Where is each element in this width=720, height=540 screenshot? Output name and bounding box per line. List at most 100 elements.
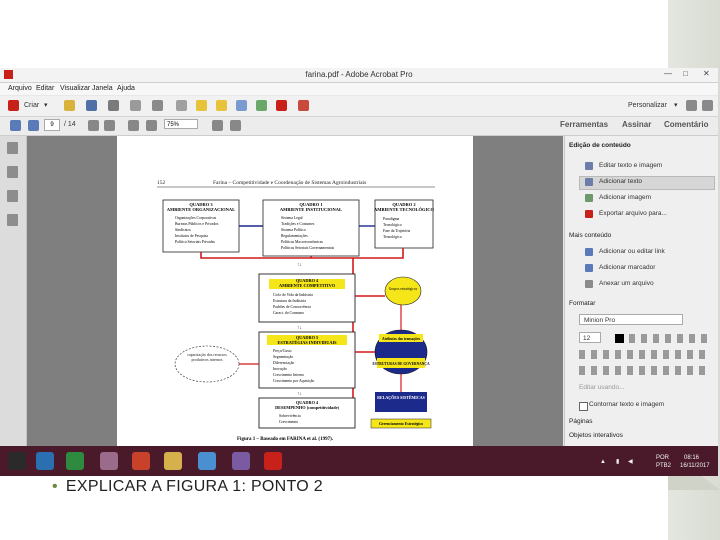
bookmark-icon — [585, 264, 593, 272]
quadro5-item: Crescimento Interno — [273, 373, 304, 377]
hand-tool-icon[interactable] — [104, 120, 115, 131]
print-icon[interactable] — [108, 100, 119, 111]
upload-icon[interactable] — [130, 100, 141, 111]
volume-icon[interactable]: ◀ — [628, 458, 633, 466]
export-icon — [585, 210, 593, 218]
page-thumbnails-icon[interactable] — [7, 142, 18, 154]
language-code[interactable]: POR — [656, 454, 669, 462]
clock-date[interactable]: 16/11/2017 — [680, 462, 710, 470]
object-buttons[interactable] — [579, 366, 709, 375]
tab-assinar[interactable]: Assinar — [622, 120, 651, 129]
add-image-button[interactable]: Adicionar imagem — [599, 193, 651, 203]
bookmarks-icon[interactable] — [7, 166, 18, 178]
navigation-toolbar: 9 / 14 75% — [0, 117, 718, 136]
edit-text-image-button[interactable]: Editar texto e imagem — [599, 161, 662, 171]
arrow-icon: ↑↓ — [297, 392, 302, 397]
quadro4b-item: Crescimento — [279, 420, 298, 424]
quadro5-item: Inovação — [273, 367, 287, 371]
add-link-button[interactable]: Adicionar ou editar link — [599, 247, 665, 257]
quadro1-item: Regulamentações — [281, 234, 308, 238]
window-title: farina.pdf - Adobe Acrobat Pro — [305, 70, 413, 79]
previous-page-icon[interactable] — [10, 120, 21, 131]
comment-icon[interactable] — [196, 100, 207, 111]
fullscreen-icon[interactable] — [702, 100, 713, 111]
start-icon[interactable] — [8, 452, 26, 470]
network-icon[interactable]: ▮ — [616, 458, 619, 466]
menu-janela[interactable]: Janela — [92, 85, 113, 92]
save-icon[interactable] — [86, 100, 97, 111]
acrobat-taskbar-icon[interactable] — [264, 452, 282, 470]
stamp-icon[interactable] — [236, 100, 247, 111]
attachments-icon[interactable] — [7, 190, 18, 202]
export-button[interactable]: Exportar arquivo para... — [599, 209, 667, 219]
customize-button[interactable]: Personalizar — [628, 102, 667, 109]
minimize-icon[interactable]: — — [664, 69, 672, 78]
sign-icon[interactable] — [298, 100, 309, 111]
quadro4a-item: Caract. do Consumo — [273, 311, 304, 315]
keyboard-layout[interactable]: PTB2 — [656, 462, 671, 470]
internet-explorer-icon[interactable] — [36, 452, 54, 470]
excel-icon[interactable] — [66, 452, 84, 470]
grupos-ellipse — [384, 276, 422, 306]
chrome-icon[interactable] — [198, 452, 216, 470]
create-button[interactable]: Criar — [24, 102, 39, 109]
powerpoint-icon[interactable] — [132, 452, 150, 470]
text-style-buttons[interactable] — [629, 334, 709, 343]
zoom-select[interactable]: 75% — [164, 119, 198, 129]
clock-time[interactable]: 08:16 — [684, 454, 699, 462]
zoom-in-icon[interactable] — [146, 120, 157, 131]
text-color-swatch[interactable] — [615, 334, 624, 343]
customize-chevron-icon[interactable]: ▾ — [674, 101, 678, 109]
document-view[interactable]: 152 Farina – Competitividade e Coordenaç… — [27, 136, 563, 446]
add-text-button[interactable]: Adicionar texto — [599, 177, 642, 187]
tray-arrow-icon[interactable]: ▲ — [600, 458, 606, 466]
alignment-buttons[interactable] — [579, 350, 709, 359]
settings-icon[interactable] — [176, 100, 187, 111]
quadro4b-item: Sobrevivência — [279, 414, 301, 418]
quadro3-item: Institutos de Pesquisa — [175, 234, 208, 238]
paint-icon[interactable] — [100, 452, 118, 470]
email-icon[interactable] — [152, 100, 163, 111]
section-objetos-interativos[interactable]: Objetos interativos — [569, 432, 623, 439]
quadro1-subtitle: AMBIENTE INSTITUCIONAL — [280, 207, 342, 212]
create-icon[interactable] — [8, 100, 19, 111]
page-number-input[interactable]: 9 — [44, 119, 60, 131]
link-icon — [585, 248, 593, 256]
section-paginas[interactable]: Páginas — [569, 418, 593, 425]
close-icon[interactable]: ✕ — [703, 69, 710, 78]
quadro5-item: Preço/Custo — [273, 349, 292, 353]
read-mode-icon[interactable] — [230, 120, 241, 131]
page-total: / 14 — [64, 121, 76, 128]
chevron-down-icon[interactable]: ▾ — [44, 101, 48, 109]
menu-visualizar[interactable]: Visualizar — [60, 85, 90, 92]
add-image-icon — [585, 194, 593, 202]
clip-label: Contornar texto e imagem — [589, 401, 665, 408]
pdf-export-icon[interactable] — [276, 100, 287, 111]
menu-editar[interactable]: Editar — [36, 85, 54, 92]
next-page-icon[interactable] — [28, 120, 39, 131]
menu-ajuda[interactable]: Ajuda — [117, 85, 135, 92]
tab-ferramentas[interactable]: Ferramentas — [560, 120, 608, 129]
font-size-select[interactable]: 12 — [579, 332, 601, 343]
open-folder-icon[interactable] — [64, 100, 75, 111]
file-explorer-icon[interactable] — [164, 452, 182, 470]
panel-toggle-icon[interactable] — [686, 100, 697, 111]
zoom-out-icon[interactable] — [128, 120, 139, 131]
tab-comentario[interactable]: Comentário — [664, 120, 708, 129]
menu-arquivo[interactable]: Arquivo — [8, 85, 32, 92]
select-tool-icon[interactable] — [88, 120, 99, 131]
quadro3-item: Bureaus Públicos e Privados — [175, 222, 219, 226]
maximize-icon[interactable]: □ — [683, 69, 688, 78]
add-bookmark-button[interactable]: Adicionar marcador — [599, 263, 655, 273]
clip-checkbox[interactable] — [579, 402, 588, 411]
slide-bullet-text: EXPLICAR A FIGURA 1: PONTO 2 — [65, 478, 323, 495]
edit-using-button[interactable]: Editar usando... — [579, 383, 625, 393]
highlight-icon[interactable] — [216, 100, 227, 111]
file-icon[interactable] — [256, 100, 267, 111]
app-icon[interactable] — [232, 452, 250, 470]
fit-page-icon[interactable] — [212, 120, 223, 131]
signatures-icon[interactable] — [7, 214, 18, 226]
font-select[interactable]: Minion Pro — [579, 314, 683, 325]
section-edicao-conteudo[interactable]: Edição de conteúdo — [569, 142, 631, 149]
attach-file-button[interactable]: Anexar um arquivo — [599, 279, 654, 289]
